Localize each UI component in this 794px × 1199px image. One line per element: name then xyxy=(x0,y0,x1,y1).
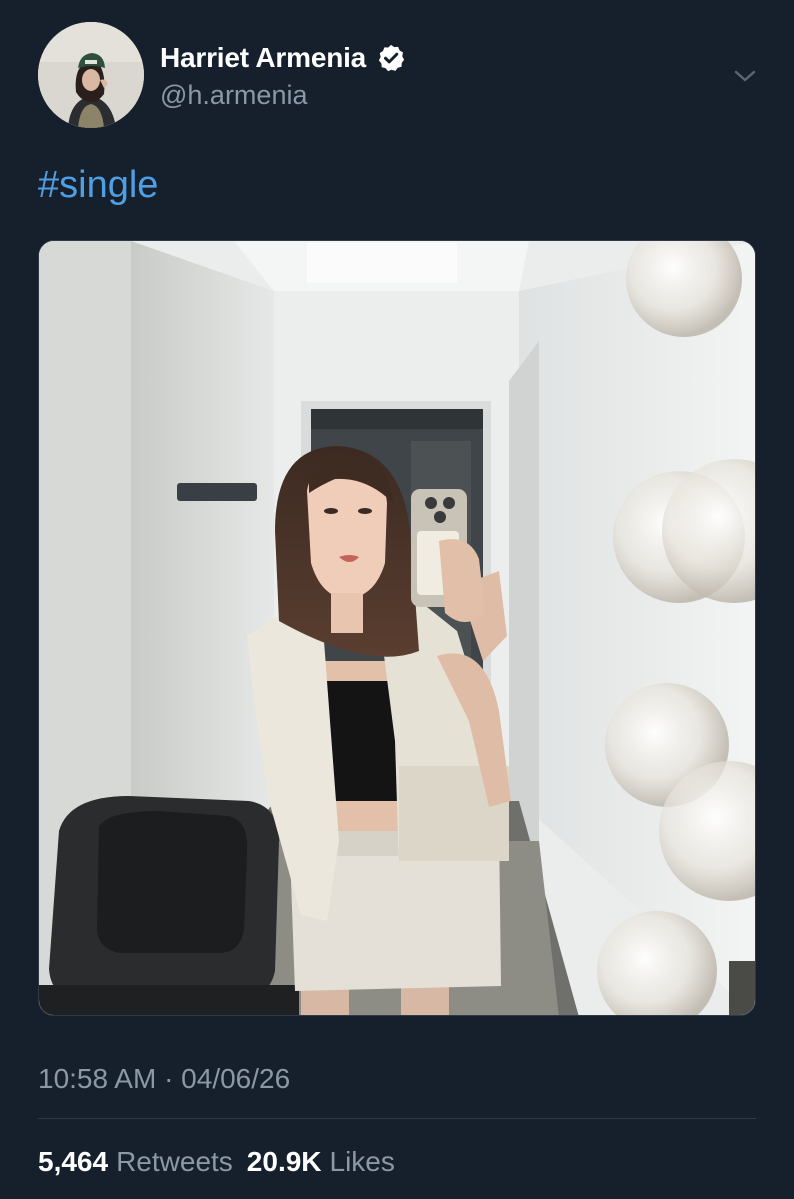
chevron-down-icon[interactable] xyxy=(730,62,760,90)
tweet-detail: Harriet Armenia @h.armenia #single 10:58… xyxy=(0,0,794,1199)
likes-count[interactable]: 20.9K xyxy=(247,1146,322,1178)
tweet-text: #single xyxy=(38,164,158,207)
engagement-stats: 5,464 Retweets 20.9K Likes xyxy=(38,1146,395,1178)
verified-badge-icon xyxy=(378,44,405,72)
author-name-row[interactable]: Harriet Armenia xyxy=(160,42,406,74)
avatar[interactable] xyxy=(38,22,144,128)
retweets-label[interactable]: Retweets xyxy=(116,1146,233,1178)
likes-label[interactable]: Likes xyxy=(330,1146,395,1178)
tweet-media-photo[interactable] xyxy=(38,240,756,1016)
hashtag-link[interactable]: #single xyxy=(38,164,158,206)
divider xyxy=(38,1118,756,1119)
avatar-photo xyxy=(38,22,144,128)
mirror-selfie-image xyxy=(39,241,755,1015)
author-handle[interactable]: @h.armenia xyxy=(160,80,307,111)
author-display-name[interactable]: Harriet Armenia xyxy=(160,42,366,74)
retweets-count[interactable]: 5,464 xyxy=(38,1146,108,1178)
tweet-timestamp[interactable]: 10:58 AM · 04/06/26 xyxy=(38,1063,290,1095)
